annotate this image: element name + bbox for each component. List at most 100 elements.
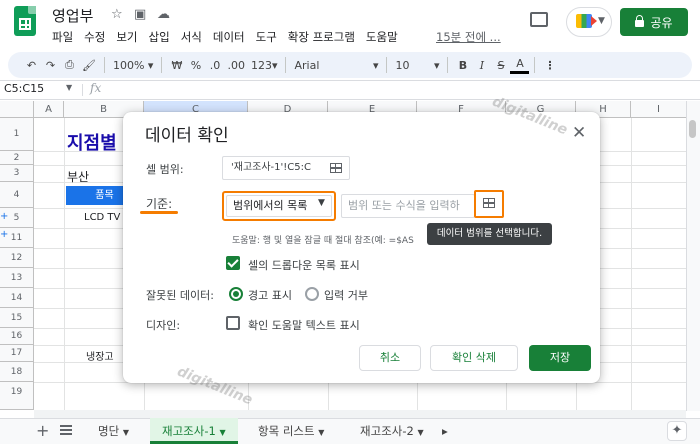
menu-file[interactable]: 파일 bbox=[52, 29, 73, 45]
menu-view[interactable]: 보기 bbox=[116, 29, 137, 45]
menu-edit[interactable]: 수정 bbox=[84, 29, 105, 45]
invalid-reject-radio[interactable] bbox=[305, 287, 319, 301]
cloud-status-icon[interactable]: ☁ bbox=[157, 7, 170, 22]
invalid-warn-radio[interactable] bbox=[229, 287, 243, 301]
invalid-reject-label[interactable]: 입력 거부 bbox=[324, 287, 368, 303]
star-icon[interactable]: ☆ bbox=[111, 7, 123, 22]
cell-lcd-tv[interactable]: LCD TV bbox=[84, 212, 120, 223]
row-header-15[interactable]: 15 bbox=[0, 308, 34, 328]
column-header-a[interactable]: A bbox=[34, 101, 64, 118]
vertical-scrollbar[interactable] bbox=[686, 101, 700, 411]
criteria-range-placeholder: 범위 또는 수식을 입력하 bbox=[348, 199, 460, 212]
row-header-4[interactable]: 4 bbox=[0, 182, 34, 208]
menu-extensions[interactable]: 확장 프로그램 bbox=[288, 29, 355, 45]
menu-format[interactable]: 서식 bbox=[181, 29, 202, 45]
doc-title[interactable]: 영업부 bbox=[52, 5, 93, 26]
grid-line bbox=[631, 118, 632, 410]
row-header-14[interactable]: 14 bbox=[0, 288, 34, 308]
row-header-1[interactable]: 1 bbox=[0, 118, 34, 151]
row-header-2[interactable]: 2 bbox=[0, 151, 34, 165]
name-box[interactable]: C5:C15 bbox=[4, 82, 44, 95]
select-all-corner[interactable] bbox=[0, 101, 34, 118]
strikethrough-button[interactable]: S bbox=[491, 54, 510, 76]
share-button[interactable]: 공유 bbox=[620, 8, 688, 36]
row-header-19[interactable]: 19 bbox=[0, 382, 34, 410]
menu-tools[interactable]: 도구 bbox=[256, 29, 277, 45]
dialog-title: 데이터 확인 bbox=[145, 126, 229, 146]
more-formats-button[interactable]: 123 ▾ bbox=[248, 54, 281, 76]
italic-button[interactable]: I bbox=[472, 54, 491, 76]
increase-decimal-button[interactable]: .00 bbox=[224, 54, 248, 76]
toolbar-divider bbox=[161, 57, 163, 73]
help-text-checkbox[interactable] bbox=[226, 316, 240, 330]
more-options-icon[interactable]: ⋮ bbox=[540, 54, 559, 76]
criteria-select[interactable]: 범위에서의 목록 bbox=[226, 195, 332, 217]
row-header-16[interactable]: 16 bbox=[0, 328, 34, 345]
criteria-range-input[interactable]: 범위 또는 수식을 입력하 bbox=[341, 194, 475, 218]
formula-divider bbox=[82, 84, 83, 96]
save-button[interactable]: 저장 bbox=[529, 345, 591, 371]
row-header-17[interactable]: 17 bbox=[0, 345, 34, 362]
explore-icon[interactable]: ✦ bbox=[667, 421, 687, 441]
invalid-warn-label[interactable]: 경고 표시 bbox=[248, 287, 292, 303]
menu-help[interactable]: 도움말 bbox=[366, 29, 398, 45]
column-header-i[interactable]: I bbox=[631, 101, 686, 118]
row-header-12[interactable]: 12 bbox=[0, 248, 34, 268]
row-header-18[interactable]: 18 bbox=[0, 362, 34, 382]
cancel-button[interactable]: 취소 bbox=[359, 345, 421, 371]
menu-data[interactable]: 데이터 bbox=[213, 29, 245, 45]
sheet-tab-inventory-1[interactable]: 재고조사-1 ▼ bbox=[150, 418, 238, 444]
font-size-select[interactable]: 10 ▾ bbox=[392, 54, 442, 76]
currency-format-button[interactable]: ₩ bbox=[167, 54, 186, 76]
last-edit-link[interactable]: 15분 전에 ... bbox=[436, 29, 501, 45]
menu-insert[interactable]: 삽입 bbox=[149, 29, 170, 45]
sheets-logo[interactable] bbox=[14, 6, 36, 36]
menu-bar: 파일 수정 보기 삽입 서식 데이터 도구 확장 프로그램 도움말 bbox=[52, 29, 398, 45]
percent-format-button[interactable]: % bbox=[186, 54, 205, 76]
add-sheet-icon[interactable]: + bbox=[36, 421, 49, 440]
close-icon[interactable]: ✕ bbox=[572, 123, 586, 143]
sheet-tab-item-list[interactable]: 항목 리스트 ▼ bbox=[246, 418, 336, 444]
vertical-scroll-thumb[interactable] bbox=[689, 120, 696, 138]
font-value: Arial bbox=[294, 58, 320, 72]
cell-title[interactable]: 지점별 bbox=[67, 129, 117, 155]
scroll-tabs-right[interactable]: ▸ bbox=[436, 418, 454, 444]
zoom-select[interactable]: 100% ▾ bbox=[110, 54, 156, 76]
horizontal-scrollbar[interactable] bbox=[34, 410, 686, 418]
text-color-button[interactable]: A bbox=[510, 56, 530, 74]
cell-range-label: 셀 범위: bbox=[146, 163, 184, 176]
show-dropdown-checkbox[interactable] bbox=[226, 256, 240, 270]
cell-busan[interactable]: 부산 bbox=[67, 168, 89, 185]
sheet-tab-label: 명단 bbox=[98, 424, 120, 438]
lock-icon bbox=[635, 15, 645, 27]
redo-icon[interactable]: ↷ bbox=[41, 54, 60, 76]
paint-format-icon[interactable]: 🖌 bbox=[79, 54, 99, 76]
toolbar-divider bbox=[285, 57, 287, 73]
hidden-rows-marker[interactable]: + bbox=[0, 211, 8, 222]
print-icon[interactable]: ⎙ bbox=[60, 54, 79, 76]
cell-refrigerator[interactable]: 냉장고 bbox=[86, 348, 114, 363]
move-folder-icon[interactable]: ▣ bbox=[134, 7, 146, 22]
bold-button[interactable]: B bbox=[453, 54, 472, 76]
hidden-rows-marker[interactable]: + bbox=[0, 229, 8, 240]
criteria-help-text: 도움말: 행 및 열을 잠글 때 절대 참조(예: =$AS bbox=[232, 236, 414, 246]
font-size-value: 10 bbox=[395, 58, 410, 72]
remove-validation-button[interactable]: 확인 삭제 bbox=[430, 345, 518, 371]
row-header-13[interactable]: 13 bbox=[0, 268, 34, 288]
all-sheets-icon[interactable] bbox=[60, 425, 72, 435]
criteria-highlight-underline bbox=[140, 211, 178, 214]
chevron-down-icon[interactable]: ▼ bbox=[66, 83, 72, 92]
toolbar-divider bbox=[447, 57, 449, 73]
help-text-checkbox-label[interactable]: 확인 도움말 텍스트 표시 bbox=[248, 317, 360, 333]
select-range-icon[interactable] bbox=[329, 162, 342, 173]
comment-history-icon[interactable] bbox=[530, 12, 548, 27]
sheet-tab-inventory-2[interactable]: 재고조사-2 ▼ bbox=[348, 418, 436, 444]
chevron-down-icon: ▼ bbox=[122, 428, 129, 437]
row-header-3[interactable]: 3 bbox=[0, 165, 34, 182]
undo-icon[interactable]: ↶ bbox=[22, 54, 41, 76]
sheet-tab-roster[interactable]: 명단 ▼ bbox=[86, 418, 141, 444]
chevron-down-icon: ▼ bbox=[318, 428, 325, 437]
font-select[interactable]: Arial ▾ bbox=[291, 54, 381, 76]
decrease-decimal-button[interactable]: .0 bbox=[205, 54, 224, 76]
show-dropdown-label[interactable]: 셀의 드롭다운 목록 표시 bbox=[248, 257, 360, 273]
